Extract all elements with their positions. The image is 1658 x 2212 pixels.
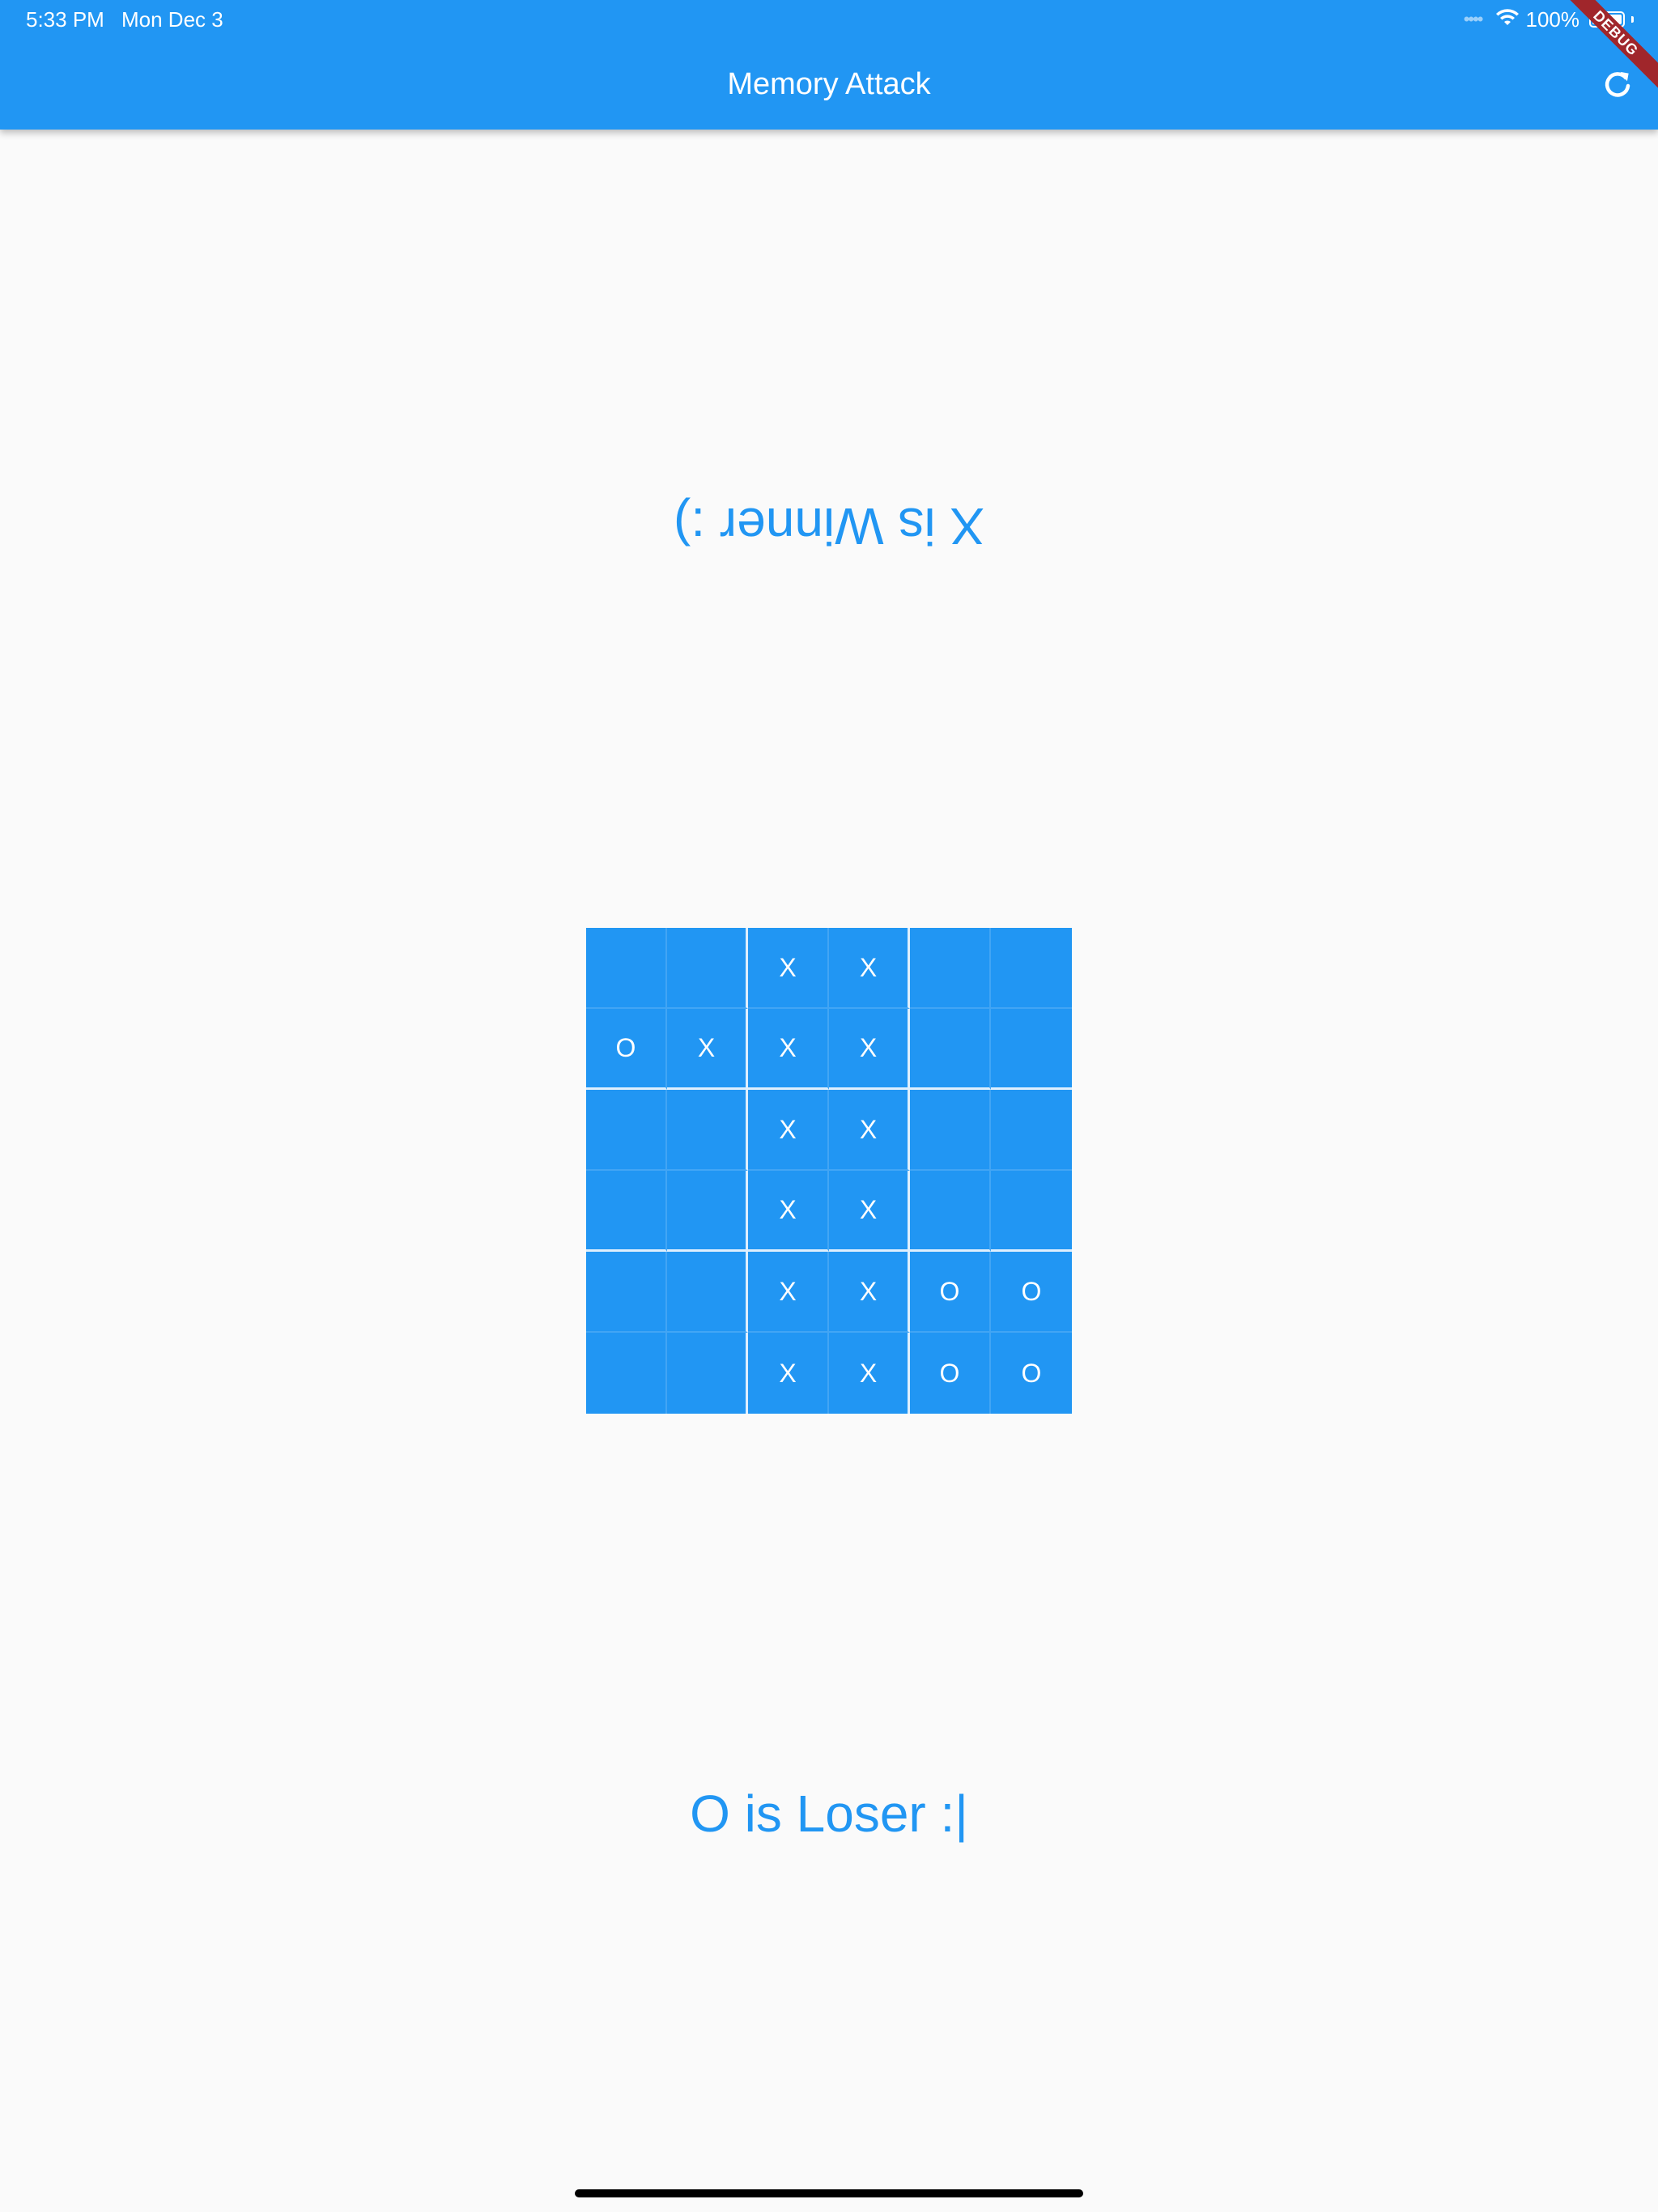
board-cell[interactable] [910, 1009, 991, 1090]
app-bar: 5:33 PM Mon Dec 3 •••• 100% Memory Attac… [0, 0, 1658, 130]
board-cell[interactable]: O [910, 1333, 991, 1414]
board-cell[interactable]: X [829, 1009, 910, 1090]
board-cell[interactable]: O [910, 1252, 991, 1333]
winner-message: X is Winner :) [673, 497, 985, 555]
board-cell[interactable] [586, 1171, 667, 1252]
board-cell[interactable]: X [829, 1333, 910, 1414]
board-cell[interactable] [586, 1333, 667, 1414]
refresh-icon [1605, 71, 1630, 97]
battery-percent: 100% [1525, 6, 1580, 32]
board-cell[interactable] [910, 1090, 991, 1171]
app-title: Memory Attack [727, 67, 931, 101]
board-cell[interactable] [910, 928, 991, 1009]
board-cell[interactable]: X [829, 1090, 910, 1171]
board-cell[interactable] [667, 1333, 748, 1414]
wifi-icon [1495, 7, 1520, 32]
board-cell[interactable]: O [991, 1252, 1072, 1333]
board-cell[interactable]: X [829, 928, 910, 1009]
board-cell[interactable] [586, 1090, 667, 1171]
board-cell[interactable] [991, 928, 1072, 1009]
board-cell[interactable] [991, 1009, 1072, 1090]
board-cell[interactable] [910, 1171, 991, 1252]
home-indicator[interactable] [575, 2189, 1083, 2197]
board-cell[interactable]: X [829, 1171, 910, 1252]
board-cell[interactable] [586, 928, 667, 1009]
board-cell[interactable]: X [748, 1333, 829, 1414]
board-cell[interactable]: X [667, 1009, 748, 1090]
game-board: XXOXXXXXXXXXOOXXOO [586, 928, 1072, 1414]
board-cell[interactable] [586, 1252, 667, 1333]
status-date: Mon Dec 3 [121, 7, 223, 32]
board-cell[interactable]: X [748, 1009, 829, 1090]
status-time: 5:33 PM [26, 7, 104, 32]
loser-message: O is Loser :| [690, 1784, 968, 1843]
board-cell[interactable]: O [586, 1009, 667, 1090]
board-cell[interactable] [667, 1090, 748, 1171]
board-cell[interactable]: X [829, 1252, 910, 1333]
screen: 5:33 PM Mon Dec 3 •••• 100% Memory Attac… [0, 0, 1658, 2212]
board-cell[interactable] [667, 928, 748, 1009]
battery-tip [1631, 16, 1634, 23]
board-cell[interactable] [991, 1171, 1072, 1252]
board-cell[interactable] [667, 1171, 748, 1252]
board-cell[interactable] [667, 1252, 748, 1333]
board-cell[interactable]: X [748, 1171, 829, 1252]
board-cell[interactable]: X [748, 928, 829, 1009]
signal-dots-icon: •••• [1463, 9, 1484, 29]
board-cell[interactable]: X [748, 1090, 829, 1171]
board-cell[interactable]: X [748, 1252, 829, 1333]
board-cell[interactable]: O [991, 1333, 1072, 1414]
board-cell[interactable] [991, 1090, 1072, 1171]
